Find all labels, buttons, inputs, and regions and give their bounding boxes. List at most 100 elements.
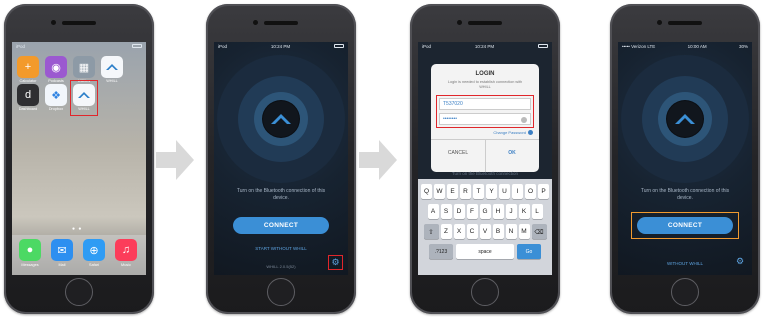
music-icon[interactable]: ♫ — [115, 239, 137, 261]
app-label: Dashboard — [18, 107, 38, 111]
status-bar: ••••• Verizon LTE 10:00 AM 30% — [618, 42, 752, 50]
key-z[interactable]: Z — [440, 224, 452, 239]
battery-icon — [334, 44, 344, 48]
front-camera — [253, 20, 258, 25]
key-a[interactable]: A — [427, 204, 439, 219]
bluetooth-message: Turn on the Bluetooth connection of this… — [640, 188, 730, 201]
dashboard-app-icon[interactable]: d — [17, 84, 39, 106]
cancel-button[interactable]: CANCEL — [431, 150, 485, 156]
key-r[interactable]: R — [460, 184, 471, 199]
key-d[interactable]: D — [453, 204, 465, 219]
key-w[interactable]: W — [434, 184, 445, 199]
home-button[interactable] — [671, 278, 699, 306]
status-time: 10:00 AM — [687, 43, 707, 49]
key-v[interactable]: V — [479, 224, 491, 239]
space-key[interactable]: space — [456, 244, 514, 259]
home-button[interactable] — [471, 278, 499, 306]
status-carrier: iPod — [218, 43, 228, 49]
front-camera — [457, 20, 462, 25]
safari-icon[interactable]: ⊕ — [83, 239, 105, 261]
gear-icon[interactable]: ⚙ — [736, 257, 744, 266]
home-button[interactable] — [65, 278, 93, 306]
home-screen: iPod + Calculator ◉ Podcasts ▦ Utilities WHILL… — [12, 42, 146, 275]
clear-field-icon[interactable] — [521, 116, 527, 123]
key-c[interactable]: C — [466, 224, 478, 239]
connect-button[interactable]: CONNECT — [637, 217, 733, 234]
earpiece-speaker — [668, 21, 702, 25]
whill-app-highlight — [70, 80, 98, 116]
home-button[interactable] — [267, 278, 295, 306]
phone-final-connect-screen: ••••• Verizon LTE 10:00 AM 30% Turn on t… — [610, 4, 760, 314]
without-whill-link[interactable]: WITHOUT WHILL — [648, 261, 722, 266]
key-p[interactable]: P — [538, 184, 549, 199]
go-key[interactable]: Go — [517, 244, 541, 259]
key-x[interactable]: X — [453, 224, 465, 239]
change-password-label: Change Password — [493, 130, 526, 135]
key-i[interactable]: I — [512, 184, 523, 199]
key-k[interactable]: K — [518, 204, 530, 219]
connect-button[interactable]: CONNECT — [233, 217, 329, 234]
dock-app-label: Safari — [89, 263, 99, 267]
dropbox-icon[interactable]: ❖ — [45, 84, 67, 106]
key-q[interactable]: Q — [421, 184, 432, 199]
messages-icon[interactable]: ● — [19, 239, 41, 261]
key-l[interactable]: L — [531, 204, 543, 219]
key-g[interactable]: G — [479, 204, 491, 219]
mail-icon[interactable]: ✉ — [51, 239, 73, 261]
key-n[interactable]: N — [505, 224, 517, 239]
next-step-arrow-icon — [359, 140, 397, 180]
phone-connect-screen: iPod 10:24 PM Turn on the Bluetooth conn… — [206, 4, 356, 314]
earpiece-speaker — [62, 21, 96, 25]
battery-icon — [132, 44, 142, 48]
utilities-folder-icon[interactable]: ▦ — [73, 56, 95, 78]
next-step-arrow-icon — [156, 140, 194, 180]
whill-connect-logo-button[interactable] — [263, 101, 299, 137]
whill-connect-logo-button[interactable] — [667, 101, 703, 137]
podcasts-icon[interactable]: ◉ — [45, 56, 67, 78]
key-u[interactable]: U — [499, 184, 510, 199]
dock: ● Messages ✉ Mail ⊕ Safari ♫ Music — [12, 235, 146, 275]
key-h[interactable]: H — [492, 204, 504, 219]
page-indicator: ● ● — [72, 226, 83, 232]
login-title: LOGIN — [475, 71, 495, 77]
status-carrier: iPod — [16, 43, 26, 49]
shift-key-icon[interactable]: ⇧ — [423, 224, 439, 239]
front-camera — [657, 20, 662, 25]
key-j[interactable]: J — [505, 204, 517, 219]
key-m[interactable]: M — [518, 224, 530, 239]
start-without-whill-link[interactable]: START WITHOUT WHILL — [234, 246, 328, 251]
key-f[interactable]: F — [466, 204, 478, 219]
key-b[interactable]: B — [492, 224, 504, 239]
key-y[interactable]: Y — [486, 184, 497, 199]
battery-icon — [538, 44, 548, 48]
calculator-icon[interactable]: + — [17, 56, 39, 78]
status-time: 10:24 PM — [270, 43, 291, 49]
status-time: 10:24 PM — [474, 43, 495, 49]
status-battery-percent: 30% — [738, 43, 748, 49]
numbers-key[interactable]: .?123 — [429, 244, 453, 259]
phone-home-screen: iPod + Calculator ◉ Podcasts ▦ Utilities WHILL… — [4, 4, 154, 314]
bluetooth-message: Turn on the Bluetooth connection of this… — [236, 188, 326, 201]
key-e[interactable]: E — [447, 184, 458, 199]
key-s[interactable]: S — [440, 204, 452, 219]
delete-key-icon[interactable]: ⌫ — [531, 224, 547, 239]
dock-app-label: Messages — [21, 263, 39, 267]
change-password-link[interactable]: Change Password — [493, 130, 533, 135]
chevron-up-icon — [675, 114, 695, 124]
key-o[interactable]: O — [525, 184, 536, 199]
key-t[interactable]: T — [473, 184, 484, 199]
earpiece-speaker — [468, 21, 502, 25]
status-carrier: iPod — [422, 43, 432, 49]
app-label: Podcasts — [48, 79, 64, 83]
connect-screen: iPod 10:24 PM Turn on the Bluetooth conn… — [214, 42, 348, 275]
settings-button-highlight[interactable]: ⚙ — [328, 255, 343, 270]
app-version: WHILL 2.0.5(52) — [266, 264, 296, 269]
dock-app-label: Music — [121, 263, 131, 267]
whill-app-icon[interactable] — [101, 56, 123, 78]
ok-button[interactable]: OK — [485, 150, 539, 156]
status-bar: iPod — [12, 42, 146, 50]
status-bar: iPod 10:24 PM — [214, 42, 348, 50]
id-field[interactable]: T537020 — [439, 98, 531, 110]
password-field[interactable]: •••••••• — [439, 113, 531, 125]
connect-screen: ••••• Verizon LTE 10:00 AM 30% Turn on t… — [618, 42, 752, 275]
